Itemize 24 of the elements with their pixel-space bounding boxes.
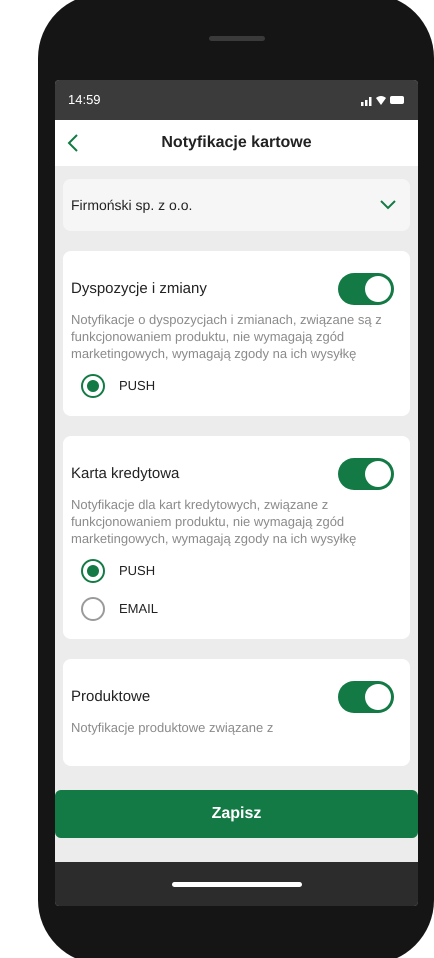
card-description: Notyfikacje dla kart kredytowych, związane z funkcjonowaniem produktu, nie wymagają zgód marketingowych, wymagają zgody na ich wysyłkę bbox=[71, 496, 358, 547]
speaker-grille bbox=[208, 36, 264, 41]
screen-title: Notyfikacje kartowe bbox=[160, 133, 313, 153]
chevron-down-icon bbox=[380, 200, 396, 210]
card-title: Dyspozycje i zmiany bbox=[71, 278, 207, 299]
card-description: Notyfikacje produktowe związane z bbox=[71, 719, 274, 736]
radio-button[interactable] bbox=[81, 559, 105, 583]
toggle-switch[interactable] bbox=[338, 458, 394, 490]
save-button[interactable]: Zapisz bbox=[55, 790, 418, 838]
toggle-switch[interactable] bbox=[338, 681, 394, 713]
card-title: Karta kredytowa bbox=[71, 464, 180, 484]
radio-option[interactable]: PUSH bbox=[71, 374, 402, 398]
back-icon[interactable] bbox=[67, 134, 79, 152]
radio-option[interactable]: PUSH bbox=[71, 559, 402, 583]
radio-option[interactable]: EMAIL bbox=[71, 597, 402, 621]
status-time: 14:59 bbox=[68, 91, 101, 110]
radio-button[interactable] bbox=[81, 374, 105, 398]
radio-button[interactable] bbox=[81, 597, 105, 621]
card-description: Notyfikacje o dyspozycjach i zmianach, związane są z funkcjonowaniem produktu, nie wymagają zgód marketingowych, wymagają zgody na ich wysyłkę bbox=[71, 311, 383, 362]
company-select[interactable]: Firmoński sp. z o.o. bbox=[63, 179, 410, 231]
toggle-switch[interactable] bbox=[338, 273, 394, 305]
card-title: Produktowe bbox=[71, 686, 150, 707]
status-icons bbox=[361, 94, 405, 106]
home-indicator[interactable] bbox=[172, 882, 302, 886]
